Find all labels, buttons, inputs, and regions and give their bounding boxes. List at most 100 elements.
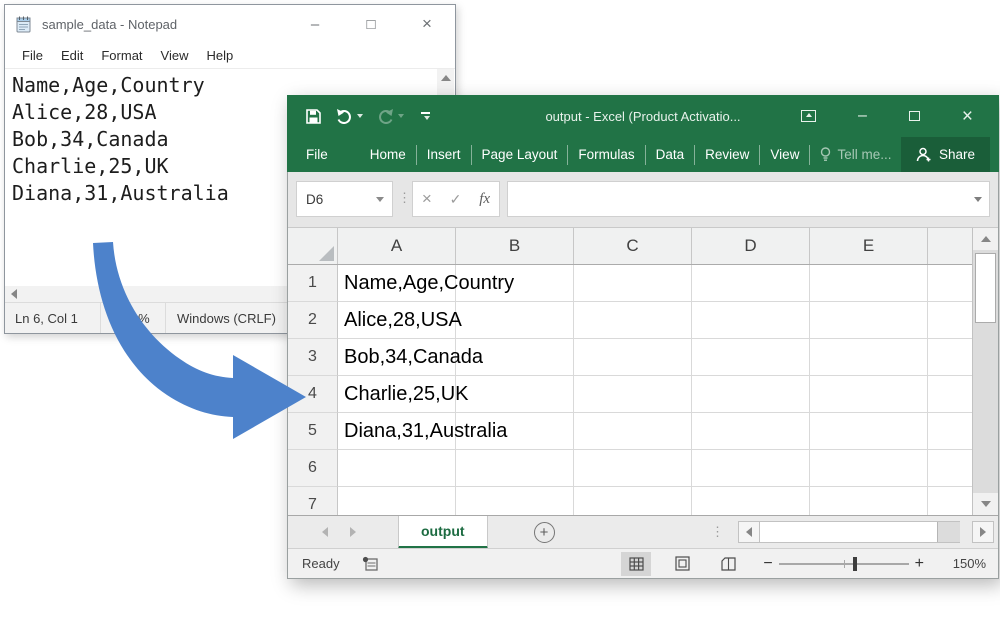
horizontal-scroll-thumb[interactable] <box>760 522 938 542</box>
grid-row: 7 <box>288 487 972 515</box>
macro-record-icon[interactable] <box>362 556 378 571</box>
scroll-left-icon[interactable] <box>11 289 17 299</box>
customize-quick-access-button[interactable] <box>420 112 430 120</box>
worksheet[interactable]: A B C D E 1 Name,Age,Country 2 Alice,28,… <box>288 228 972 515</box>
statusbar-right-group: − + 150% <box>621 552 986 576</box>
grid-row: 2 Alice,28,USA <box>288 302 972 339</box>
name-box[interactable]: D6 <box>296 181 393 217</box>
undo-dropdown-icon[interactable] <box>357 114 363 118</box>
notepad-menu-format[interactable]: Format <box>92 48 151 63</box>
excel-vertical-scrollbar[interactable] <box>972 228 998 515</box>
row-header[interactable]: 7 <box>288 487 338 515</box>
formula-bar: D6 ⋮ × ✓ fx <box>288 172 998 228</box>
tab-insert[interactable]: Insert <box>417 147 471 162</box>
page-break-preview-icon <box>721 557 736 571</box>
excel-ribbon-tabs: File Home Insert Page Layout Formulas Da… <box>287 137 999 172</box>
tab-bar-divider-dots[interactable]: ⋮ <box>711 524 724 540</box>
zoom-out-button[interactable]: − <box>757 555 778 573</box>
zoom-in-button[interactable]: + <box>909 555 930 573</box>
redo-button[interactable] <box>377 108 404 124</box>
tab-bar-scroll-group: ⋮ <box>711 521 994 543</box>
tab-home[interactable]: Home <box>360 147 416 162</box>
zoom-slider-thumb[interactable] <box>853 557 857 571</box>
scroll-sheet-left-button[interactable] <box>738 521 760 543</box>
tab-view[interactable]: View <box>760 147 809 162</box>
tab-review[interactable]: Review <box>695 147 759 162</box>
save-button[interactable] <box>305 108 322 125</box>
cell-text: Bob,34,Canada <box>344 346 483 369</box>
redo-dropdown-icon[interactable] <box>398 114 404 118</box>
column-header-a[interactable]: A <box>338 228 456 264</box>
name-box-dropdown-icon[interactable] <box>376 197 384 202</box>
scroll-up-icon[interactable] <box>441 75 451 81</box>
row-cells[interactable]: Charlie,25,UK <box>338 376 972 413</box>
notepad-menu-edit[interactable]: Edit <box>52 48 92 63</box>
cell-text: Charlie,25,UK <box>344 383 469 406</box>
zoom-slider[interactable] <box>779 563 909 565</box>
cancel-entry-icon[interactable]: × <box>422 189 432 209</box>
formula-bar-divider-dots[interactable]: ⋮ <box>398 190 411 206</box>
row-cells[interactable]: Name,Age,Country <box>338 265 972 302</box>
zoom-percentage[interactable]: 150% <box>942 556 986 571</box>
column-headers: A B C D E <box>288 228 972 265</box>
excel-horizontal-scrollbar[interactable] <box>760 521 960 543</box>
ribbon-display-options-icon[interactable] <box>801 110 816 122</box>
share-button[interactable]: Share <box>901 137 990 172</box>
previous-sheet-icon[interactable] <box>322 527 328 537</box>
expand-formula-bar-icon[interactable] <box>974 197 982 202</box>
row-cells[interactable]: Alice,28,USA <box>338 302 972 339</box>
next-sheet-icon[interactable] <box>350 527 356 537</box>
excel-restore-button[interactable] <box>909 111 920 121</box>
tab-data[interactable]: Data <box>646 147 695 162</box>
notepad-close-button[interactable]: × <box>399 5 455 43</box>
grid-row: 1 Name,Age,Country <box>288 265 972 302</box>
notepad-window-title: sample_data - Notepad <box>42 17 177 32</box>
notepad-menu-help[interactable]: Help <box>197 48 242 63</box>
zoom-slider-tick <box>844 560 845 568</box>
cell-text: Diana,31,Australia <box>344 420 507 443</box>
scroll-up-button[interactable] <box>973 228 998 250</box>
column-header-d[interactable]: D <box>692 228 810 264</box>
active-cell-reference: D6 <box>297 192 376 207</box>
excel-window-controls: – × <box>801 95 999 137</box>
notepad-menubar: File Edit Format View Help <box>5 43 455 69</box>
scroll-down-button[interactable] <box>973 493 998 515</box>
notepad-menu-file[interactable]: File <box>5 48 52 63</box>
normal-view-button[interactable] <box>621 552 651 576</box>
column-header-b[interactable]: B <box>456 228 574 264</box>
sheet-tab-output[interactable]: output <box>398 516 488 549</box>
column-header-partial[interactable] <box>928 228 972 264</box>
row-cells[interactable] <box>338 450 972 487</box>
tab-page-layout[interactable]: Page Layout <box>472 147 568 162</box>
sheet-navigation <box>322 527 356 537</box>
notepad-titlebar[interactable]: sample_data - Notepad – □ × <box>5 5 455 43</box>
tell-me-box[interactable]: Tell me... <box>820 147 891 162</box>
notepad-menu-view[interactable]: View <box>152 48 198 63</box>
vertical-scroll-thumb[interactable] <box>975 253 996 323</box>
status-ready-label: Ready <box>302 556 340 571</box>
save-icon <box>305 108 322 125</box>
excel-titlebar[interactable]: output - Excel (Product Activatio... – × <box>287 95 999 137</box>
row-cells[interactable]: Bob,34,Canada <box>338 339 972 376</box>
row-cells[interactable] <box>338 487 972 515</box>
page-break-preview-button[interactable] <box>713 552 743 576</box>
formula-input[interactable] <box>507 181 990 217</box>
notepad-maximize-button[interactable]: □ <box>343 5 399 43</box>
excel-minimize-button[interactable]: – <box>858 108 867 124</box>
scroll-sheet-right-button[interactable] <box>972 521 994 543</box>
notepad-minimize-button[interactable]: – <box>287 5 343 43</box>
cell-text: Name,Age,Country <box>344 272 514 295</box>
page-layout-view-button[interactable] <box>667 552 697 576</box>
excel-close-button[interactable]: × <box>962 107 973 126</box>
tab-formulas[interactable]: Formulas <box>568 147 644 162</box>
column-header-c[interactable]: C <box>574 228 692 264</box>
new-sheet-button[interactable]: + <box>534 522 555 543</box>
column-header-e[interactable]: E <box>810 228 928 264</box>
row-cells[interactable]: Diana,31,Australia <box>338 413 972 450</box>
confirm-entry-icon[interactable]: ✓ <box>450 191 462 208</box>
insert-function-icon[interactable]: fx <box>479 191 490 208</box>
worksheet-grid: A B C D E 1 Name,Age,Country 2 Alice,28,… <box>288 228 998 515</box>
scroll-right-icon <box>980 527 986 537</box>
tab-file[interactable]: File <box>287 147 346 162</box>
undo-button[interactable] <box>336 108 363 124</box>
